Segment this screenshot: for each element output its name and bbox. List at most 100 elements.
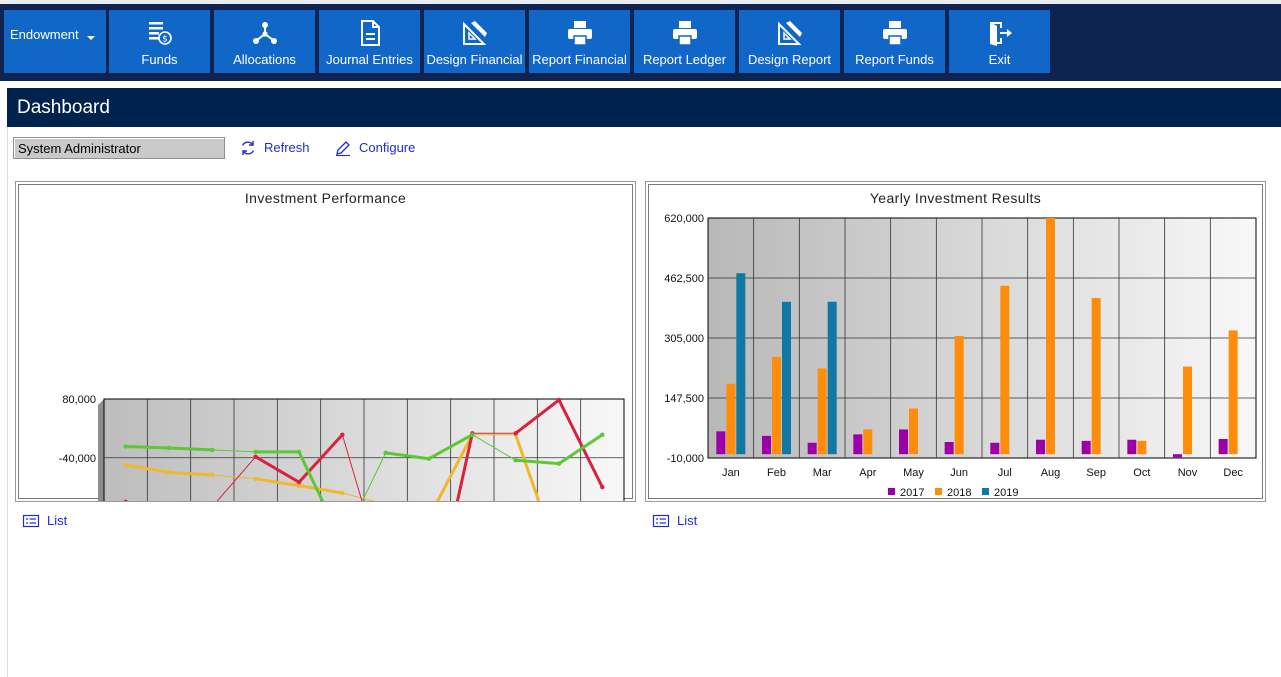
data-point [470, 433, 474, 437]
design-icon [776, 19, 804, 47]
design-financial-label: Design Financial [424, 52, 525, 67]
list-label: List [47, 513, 67, 528]
bar [828, 302, 837, 454]
bar [1229, 330, 1238, 454]
bar [853, 434, 862, 454]
refresh-link[interactable]: Refresh [239, 139, 314, 157]
bar [716, 431, 725, 454]
x-tick-label: Aug [1041, 467, 1061, 479]
data-point [297, 450, 301, 454]
data-point [253, 450, 257, 454]
page-title: Dashboard [17, 97, 110, 119]
data-point [340, 491, 344, 495]
user-select[interactable]: System Administrator [13, 137, 225, 159]
series-segment [126, 446, 169, 447]
bar [818, 368, 827, 454]
y-tick-label: -40,000 [59, 453, 96, 465]
journal-entries-label: Journal Entries [319, 52, 420, 67]
title-strip [0, 0, 1281, 4]
bar [1000, 286, 1009, 454]
bar [1046, 218, 1055, 454]
printer-icon [881, 19, 909, 47]
legend-label: 2017 [900, 487, 924, 499]
data-point [557, 398, 561, 402]
x-tick-label: Apr [859, 467, 876, 479]
exit-button[interactable]: Exit [949, 10, 1050, 73]
report-financial-button[interactable]: Report Financial [529, 10, 630, 73]
x-tick-label: Jun [950, 467, 968, 479]
x-tick-label: Dec [1223, 467, 1243, 479]
allocations-label: Allocations [214, 52, 315, 67]
configure-link[interactable]: Configure [334, 139, 424, 157]
y-tick-label: -10,000 [667, 453, 704, 465]
data-point [297, 480, 301, 484]
yearly-investment-results-panel: Yearly Investment Results 620,000462,500… [645, 181, 1266, 502]
bar [990, 443, 999, 454]
list-icon [22, 512, 40, 530]
data-point [167, 446, 171, 450]
bar [945, 442, 954, 454]
refresh-icon [239, 139, 257, 157]
chevron-down-icon [87, 36, 95, 40]
y-tick-label: 305,000 [664, 333, 704, 345]
report-ledger-label: Report Ledger [634, 52, 735, 67]
list-link[interactable]: List [652, 512, 712, 530]
x-tick-label: Sep [1086, 467, 1106, 479]
bar [726, 384, 735, 454]
design-report-button[interactable]: Design Report [739, 10, 840, 73]
environment-label: Endowment [10, 27, 79, 42]
legend-marker [935, 488, 942, 495]
design-financial-button[interactable]: Design Financial [424, 10, 525, 73]
data-point [123, 463, 127, 467]
bar [772, 357, 781, 454]
configure-label: Configure [359, 140, 415, 155]
document-icon [356, 19, 384, 47]
bar [955, 336, 964, 454]
bar [762, 436, 771, 454]
content-left-border [7, 127, 8, 677]
data-point [600, 433, 604, 437]
bar [899, 429, 908, 454]
bar [782, 302, 791, 454]
x-tick-label: Jul [998, 467, 1012, 479]
allocations-button[interactable]: Allocations [214, 10, 315, 73]
environment-dropdown[interactable]: Endowment [4, 10, 106, 73]
data-point [600, 485, 604, 489]
x-tick-label: Nov [1178, 467, 1198, 479]
bar [1082, 441, 1091, 454]
list-label: List [677, 513, 697, 528]
data-point [210, 473, 214, 477]
svg-text:$: $ [162, 35, 168, 45]
printer-icon [566, 19, 594, 47]
bar [909, 408, 918, 454]
data-point [513, 458, 517, 462]
x-tick-label: Feb [767, 467, 786, 479]
report-funds-button[interactable]: Report Funds [844, 10, 945, 73]
pencil-icon [334, 139, 352, 157]
data-point [340, 433, 344, 437]
report-ledger-button[interactable]: Report Ledger [634, 10, 735, 73]
bar [863, 429, 872, 454]
report-funds-label: Report Funds [844, 52, 945, 67]
bar [1183, 367, 1192, 455]
data-point [210, 448, 214, 452]
y-tick-label: 80,000 [62, 394, 96, 406]
printer-icon [671, 19, 699, 47]
data-point [253, 477, 257, 481]
journal-entries-button[interactable]: Journal Entries [319, 10, 420, 73]
plot-side-wall [98, 399, 104, 501]
funds-button[interactable]: $ Funds [109, 10, 210, 73]
yearly-investment-results-chart: 620,000462,500305,000147,500-10,000JanFe… [646, 182, 1265, 501]
bar [1219, 439, 1228, 454]
investment-performance-panel: Investment Performance 80,000-40,000-160… [15, 181, 636, 502]
legend-marker [888, 488, 895, 495]
allocations-icon [251, 19, 279, 47]
design-icon [461, 19, 489, 47]
data-point [513, 431, 517, 435]
list-link[interactable]: List [22, 512, 82, 530]
data-point [557, 461, 561, 465]
x-tick-label: May [903, 467, 924, 479]
refresh-label: Refresh [264, 140, 310, 155]
funds-label: Funds [109, 52, 210, 67]
data-point [253, 455, 257, 459]
